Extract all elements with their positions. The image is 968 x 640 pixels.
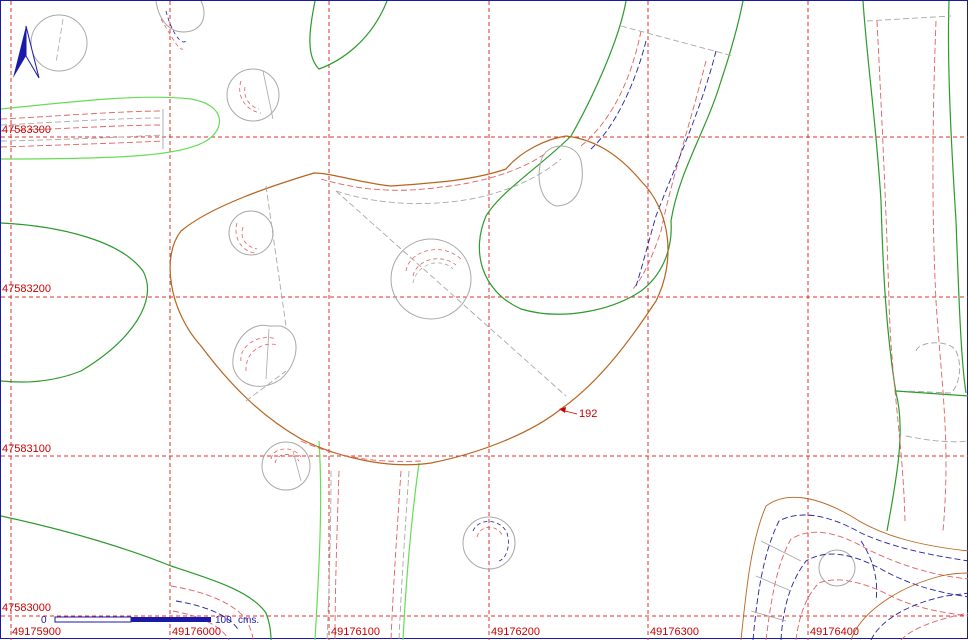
scale-start: 0 <box>41 615 47 626</box>
map-svg: 192 47583300 47583200 47583100 47583000 … <box>1 1 968 640</box>
scale-bar-filled <box>131 617 211 622</box>
y-label-1: 47583300 <box>2 124 51 136</box>
scale-bar: 0 100 cms. <box>41 615 259 626</box>
scale-end: 100 <box>215 615 232 626</box>
x-label-5: 49176300 <box>650 626 699 638</box>
x-label-6: 49176400 <box>810 626 859 638</box>
y-label-3: 47583100 <box>2 443 51 455</box>
scale-bar-empty <box>54 616 132 623</box>
x-label-1: 49175900 <box>12 626 61 638</box>
contour-label: 192 <box>579 408 597 420</box>
right-tube-lines <box>866 15 968 532</box>
scale-unit: cms. <box>238 615 259 626</box>
y-label-2: 47583200 <box>2 283 51 295</box>
grid-labels: 47583300 47583200 47583100 47583000 4917… <box>2 124 859 638</box>
x-label-2: 49176000 <box>172 626 221 638</box>
tube-bottom <box>314 440 420 640</box>
contour-label-group: 192 <box>559 407 597 420</box>
north-arrow-icon <box>13 25 40 79</box>
y-label-4: 47583000 <box>2 602 51 614</box>
x-label-4: 49176200 <box>491 626 540 638</box>
center-right-tube <box>580 25 734 292</box>
x-label-3: 49176100 <box>331 626 380 638</box>
map-canvas[interactable]: 192 47583300 47583200 47583100 47583000 … <box>0 0 968 640</box>
